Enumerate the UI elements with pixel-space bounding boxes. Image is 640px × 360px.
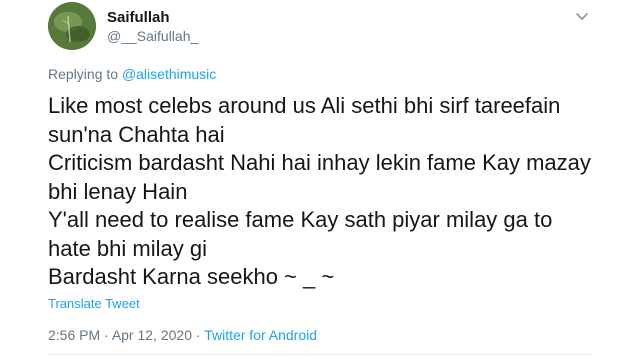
- tweet-text-line: sun'na Chahta hai: [48, 121, 225, 147]
- avatar[interactable]: [48, 2, 96, 50]
- tweet-time[interactable]: 2:56 PM: [48, 327, 100, 343]
- user-handle[interactable]: @__Saifullah_: [107, 27, 198, 45]
- meta-separator: ·: [191, 327, 205, 343]
- chevron-down-icon[interactable]: [574, 8, 590, 24]
- tweet-text-line: Y'all need to realise fame Kay sath piya…: [48, 207, 553, 232]
- tweet-text: Like most celebs around us Ali sethi bhi…: [48, 92, 608, 292]
- divider: [48, 354, 592, 355]
- display-name[interactable]: Saifullah: [107, 9, 170, 27]
- tweet-date[interactable]: Apr 12, 2020: [112, 327, 192, 343]
- translate-tweet-link[interactable]: Translate Tweet: [48, 296, 140, 312]
- tweet-text-line: bhi lenay Hain: [48, 178, 188, 204]
- tweet-source-link[interactable]: Twitter for Android: [204, 327, 317, 343]
- replying-to-label: Replying to: [48, 66, 122, 82]
- mention-link[interactable]: @alisethimusic: [122, 66, 216, 82]
- tweet-card: Saifullah @__Saifullah_ Replying to @ali…: [0, 0, 640, 360]
- tweet-text-line: Like most celebs around us Ali sethi bhi…: [48, 93, 561, 118]
- tweet-text-line: Criticism bardasht Nahi hai inhay lekin …: [48, 150, 591, 175]
- meta-separator: ·: [100, 327, 112, 343]
- replying-to: Replying to @alisethimusic: [48, 65, 216, 83]
- tweet-text-line: hate bhi milay gi: [48, 235, 207, 261]
- avatar-image: [48, 2, 96, 50]
- tweet-text-line: Bardasht Karna seekho ~ _ ~: [48, 264, 335, 289]
- tweet-metadata: 2:56 PM · Apr 12, 2020 · Twitter for And…: [48, 326, 317, 344]
